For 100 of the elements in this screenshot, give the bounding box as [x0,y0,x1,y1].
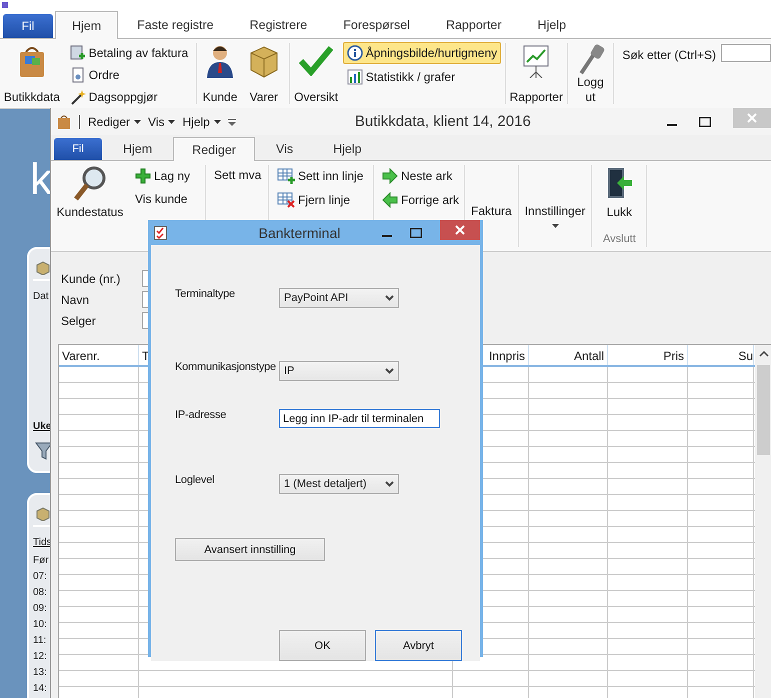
input-field[interactable] [142,270,148,287]
ribbon-tab[interactable]: Faste registre [120,11,231,38]
document-plus-icon [70,45,86,61]
time-label: 07: [33,570,48,584]
arrow-right-icon [382,168,398,184]
table-plus-icon [277,168,295,184]
ribbon-button[interactable]: Fjern linje [273,189,354,211]
dropdown[interactable]: IP [279,361,399,381]
field-label: Kommunikasjonstype [175,361,277,373]
input-field[interactable] [142,312,148,329]
ribbon-button[interactable]: Neste ark [378,165,456,187]
file-tab[interactable]: Fil [3,14,53,38]
ribbon-button[interactable]: Lag ny [131,165,194,187]
box-icon [248,44,280,78]
field-label: Selger [61,314,97,328]
caret-icon [552,224,559,228]
column-header[interactable]: Pris [608,345,688,365]
maximize-icon[interactable] [699,116,711,126]
dropdown[interactable]: PayPoint API [279,288,399,308]
plus-icon [135,168,151,184]
scrollbar-thumb[interactable] [757,365,770,455]
close-button[interactable] [440,220,480,240]
ribbon-button[interactable]: Betaling av faktura [66,42,192,64]
magnifier-icon [73,166,107,202]
logo-letter: k [30,158,52,202]
app-icon [2,2,8,8]
field-label: Kunde (nr.) [61,272,122,286]
ribbon-button[interactable]: Sett mva [210,165,266,185]
ribbon-tab[interactable]: Registrere [232,11,324,38]
column-header[interactable]: Antall [529,345,608,365]
chevron-down-icon [385,295,394,301]
caret-icon [134,120,142,124]
field-label: IP-adresse [175,409,228,421]
field-label: Loglevel [175,474,216,486]
ribbon-button[interactable]: Lukk [594,161,644,223]
ribbon-tab[interactable]: Hjem [104,137,172,160]
ribbon-button[interactable]: Vis kunde [131,189,192,209]
dialog-button[interactable]: Avbryt [375,630,462,661]
ribbon-tab[interactable]: Hjem [55,11,118,39]
ribbon-button[interactable]: Kunde [199,39,242,108]
ribbon-tab[interactable]: Hjelp [314,137,381,160]
advanced-settings-button[interactable]: Avansert innstilling [175,538,325,561]
dialog-button[interactable]: OK [279,630,366,661]
time-label: 09: [33,602,48,616]
chevron-down-icon [385,481,394,487]
document-icon [70,67,86,83]
checklist-icon [154,226,167,240]
table-delete-icon [277,192,295,208]
funnel-icon [35,441,53,461]
column-heading: Uke [33,421,52,432]
menu-dropdown[interactable]: Rediger [88,114,142,128]
close-icon [455,225,465,235]
scroll-up-icon[interactable] [758,351,768,357]
dropdown[interactable]: 1 (Mest detaljert) [279,474,399,494]
menu-dropdown[interactable]: Hjelp [182,114,221,128]
ribbon-tab[interactable]: Rediger [173,137,255,161]
column-header[interactable]: Varenr. [59,345,139,365]
magic-wand-icon [70,89,86,105]
scrollbar[interactable] [755,345,771,698]
person-icon [205,44,236,78]
ribbon-button[interactable]: Rapporter [508,39,565,108]
ribbon-tab[interactable]: Rapporter [428,11,519,38]
ribbon-button[interactable]: Butikkdata [0,39,64,108]
menu-dropdown[interactable]: Vis [148,114,176,128]
search-field[interactable] [721,44,771,62]
caret-icon [168,120,176,124]
field-label: Navn [61,292,90,306]
shopping-bag-icon [57,114,71,130]
time-label: 14: [33,682,48,696]
ribbon-tab[interactable]: Hjelp [520,11,584,38]
ribbon-button[interactable]: Dagsoppgjør [66,86,162,108]
window-title: Butikkdata, klient 14, 2016 [354,113,532,130]
column-header[interactable]: Su [688,345,754,365]
chevron-down-icon [385,368,394,374]
ribbon-button[interactable]: Ordre [66,64,124,86]
ribbon-button[interactable]: Faktura [467,201,516,221]
dialog-title: Bankterminal [258,224,342,240]
caret-icon [214,120,221,124]
ribbon-button[interactable]: Varer [241,39,287,108]
ribbon-tab[interactable]: Vis [256,137,312,160]
ribbon-button[interactable]: Sett inn linje [273,165,368,187]
ribbon-button[interactable]: Åpningsbilde/hurtigmeny [342,42,502,64]
checkmark-icon [299,44,334,76]
time-label: 11: [33,634,48,648]
presentation-board-icon [521,44,552,78]
maximize-icon[interactable] [410,228,422,238]
ribbon-button[interactable]: Kundestatus [51,161,129,223]
ribbon-button[interactable]: Statistikk / grafer [342,66,460,88]
input-field[interactable]: Legg inn IP-adr til terminalen [279,409,440,428]
ribbon-dropdown[interactable]: Innstillinger [520,201,590,231]
time-label: 08: [33,586,48,600]
ribbon-button[interactable]: Oversikt [292,39,341,108]
ribbon-tab[interactable]: Forespørsel [326,11,427,38]
input-field[interactable] [142,291,148,308]
ribbon-button[interactable]: Forrige ark [378,189,464,211]
ribbon-button[interactable]: Logg ut [569,39,612,108]
customize-icon[interactable] [228,118,236,126]
file-tab[interactable]: Fil [54,138,102,160]
close-icon [747,113,757,123]
time-label: Før [33,554,50,568]
